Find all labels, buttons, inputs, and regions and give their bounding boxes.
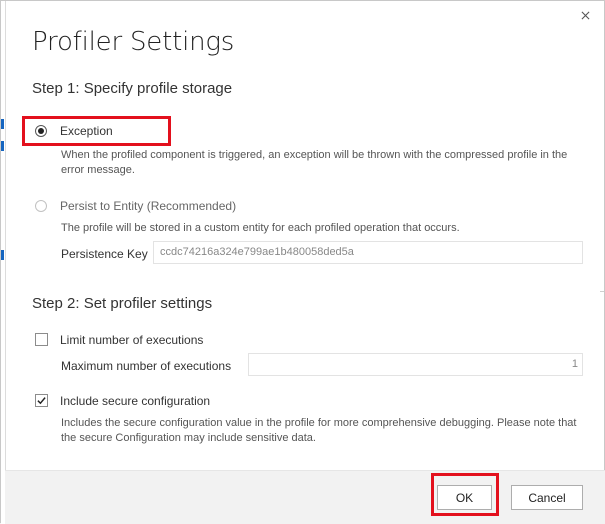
exception-highlight-box [22,116,171,146]
background-link-mark [1,141,4,151]
background-page-edge [1,1,6,524]
secure-config-description: Includes the secure configuration value … [61,417,577,444]
max-executions-input[interactable]: 1 [248,353,583,376]
include-secure-config-label[interactable]: Include secure configuration [60,394,210,408]
step1-heading: Step 1: Specify profile storage [32,80,233,97]
persist-to-entity-description: The profile will be stored in a custom e… [61,222,460,234]
persist-to-entity-radio[interactable] [35,200,47,212]
checkmark-icon [37,397,46,405]
ok-highlight-box [431,473,499,516]
persistence-key-label: Persistence Key [61,247,148,261]
step2-heading: Step 2: Set profiler settings [32,295,213,312]
close-icon [581,11,589,19]
background-divider [600,291,604,292]
persist-to-entity-label[interactable]: Persist to Entity (Recommended) [60,199,236,213]
exception-description: When the profiled component is triggered… [61,149,568,176]
include-secure-config-checkbox[interactable] [35,394,48,407]
background-link-mark [1,119,4,129]
max-executions-label: Maximum number of executions [61,359,232,373]
limit-executions-label[interactable]: Limit number of executions [60,333,203,347]
background-link-mark [1,250,4,260]
cancel-button[interactable]: Cancel [511,485,583,510]
dialog-title: Profiler Settings [32,27,235,57]
persistence-key-input[interactable]: ccdc74216a324e799ae1b480058ded5a [153,241,583,264]
limit-executions-checkbox[interactable] [35,333,48,346]
close-button[interactable] [578,8,592,22]
profiler-settings-dialog: Profiler Settings Step 1: Specify profil… [0,0,605,524]
